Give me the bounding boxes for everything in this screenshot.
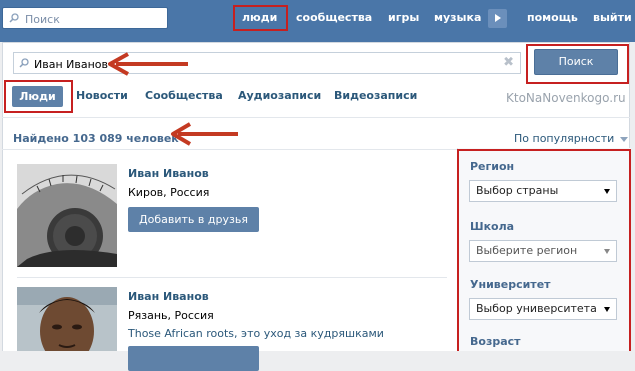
filter-school-label: Школа [470, 220, 515, 233]
university-select-value: Выбор университета [476, 302, 597, 315]
person-name[interactable]: Иван Иванов [128, 167, 209, 180]
chevron-down-icon [604, 189, 610, 194]
filter-university-label: Университет [470, 278, 551, 291]
chevron-down-icon [604, 307, 610, 312]
divider [2, 117, 630, 118]
nav-music[interactable]: музыка [434, 11, 481, 24]
filter-age-label: Возраст [470, 335, 521, 348]
avatar[interactable] [17, 164, 117, 267]
tab-video[interactable]: Видеозаписи [334, 89, 417, 102]
tab-audio[interactable]: Аудиозаписи [238, 89, 321, 102]
annotation-arrow [171, 122, 238, 146]
avatar-photo [17, 164, 117, 267]
sort-label: По популярности [514, 132, 615, 145]
music-play-button[interactable] [488, 9, 507, 28]
tab-communities[interactable]: Сообщества [145, 89, 223, 102]
main-search-field[interactable]: ✖ [13, 52, 521, 74]
nav-help[interactable]: помощь [527, 11, 578, 24]
tab-people[interactable]: Люди [12, 86, 63, 107]
sort-dropdown[interactable]: По популярности [514, 132, 629, 145]
chevron-down-icon [604, 249, 610, 254]
top-search-field[interactable] [2, 7, 168, 29]
filter-region-label: Регион [470, 160, 515, 173]
school-select-value: Выберите регион [476, 244, 578, 257]
chevron-down-icon [620, 136, 629, 142]
nav-communities[interactable]: сообщества [296, 11, 372, 24]
add-friend-button[interactable] [128, 346, 259, 371]
school-select[interactable]: Выберите регион [469, 240, 617, 262]
search-button[interactable]: Поиск [534, 49, 618, 75]
watermark: KtoNaNovenkogo.ru [506, 91, 626, 105]
divider [2, 149, 457, 150]
search-icon [9, 13, 19, 23]
country-select[interactable]: Выбор страны [469, 180, 617, 202]
nav-people[interactable]: люди [242, 11, 277, 24]
university-select[interactable]: Выбор университета [469, 298, 617, 320]
avatar-photo [17, 287, 117, 351]
clear-icon[interactable]: ✖ [503, 56, 514, 70]
top-search-input[interactable] [23, 10, 167, 28]
tab-news[interactable]: Новости [76, 89, 128, 102]
add-friend-button[interactable]: Добавить в друзья [128, 207, 259, 232]
nav-logout[interactable]: выйти [593, 11, 632, 24]
person-city: Киров, Россия [128, 186, 210, 199]
person-city: Рязань, Россия [128, 309, 214, 322]
annotation-arrow [108, 52, 188, 76]
person-name[interactable]: Иван Иванов [128, 290, 209, 303]
avatar[interactable] [17, 287, 117, 351]
country-select-value: Выбор страны [476, 184, 559, 197]
nav-games[interactable]: игры [388, 11, 419, 24]
divider [17, 277, 447, 278]
person-status: Those African roots, это уход за кудряшк… [128, 327, 384, 340]
search-icon [19, 58, 29, 68]
results-count: Найдено 103 089 человек [13, 132, 179, 145]
